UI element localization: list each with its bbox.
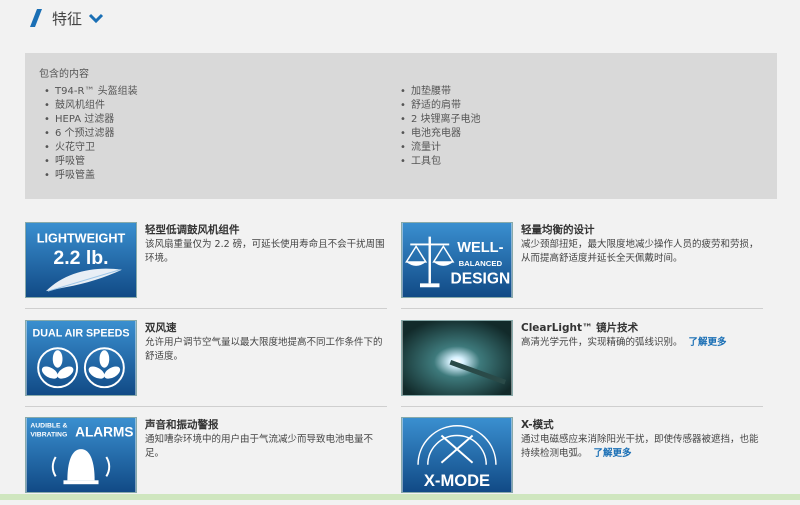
feather-icon: LIGHTWEIGHT 2.2 lb. (25, 222, 137, 298)
feature-title: 轻型低调鼓风机组件 (145, 224, 240, 236)
divider (25, 406, 387, 407)
list-item: 鼓风机组件 (41, 99, 138, 113)
divider (401, 308, 763, 309)
list-item: HEPA 过滤器 (41, 113, 138, 127)
feature-title: 双风速 (145, 322, 177, 334)
feature-title: X-模式 (521, 419, 554, 431)
learn-more-link[interactable]: 了解更多 (594, 448, 632, 459)
divider (25, 308, 387, 309)
icon-text: X-MODE (424, 471, 490, 490)
chevron-down-icon[interactable] (88, 13, 104, 23)
slash-icon (30, 9, 42, 27)
scale-icon: WELL- BALANCED DESIGN (401, 222, 513, 298)
feature-description: 高清光学元件，实现精确的弧线识别。 了解更多 (521, 337, 727, 348)
list-item: 呼吸管 (41, 155, 138, 169)
welding-arc-photo (401, 320, 513, 396)
feature-description: 通知嘈杂环境中的用户由于气流减少而导致电池电量不足。 (145, 434, 374, 459)
icon-text: BALANCED (459, 259, 503, 268)
feature-title: ClearLight™ 镜片技术 (521, 322, 639, 334)
feature-title: 声音和振动警报 (145, 419, 219, 431)
icon-text: 2.2 lb. (53, 247, 108, 269)
feature-description: 通过电磁感应来消除阳光干扰，即使传感器被遮挡，也能持续检测电弧。 了解更多 (521, 434, 759, 459)
list-item: 舒适的肩带 (397, 99, 481, 113)
list-item: 工具包 (397, 155, 481, 169)
feature-clearlight: ClearLight™ 镜片技术 高清光学元件，实现精确的弧线识别。 了解更多 (401, 320, 763, 408)
feature-title: 轻量均衡的设计 (521, 224, 595, 236)
list-item: T94-R™ 头盔组装 (41, 85, 138, 99)
list-item: 电池充电器 (397, 127, 481, 141)
included-list-left: T94-R™ 头盔组装 鼓风机组件 HEPA 过滤器 6 个预过滤器 火花守卫 … (41, 85, 138, 183)
icon-text: LIGHTWEIGHT (37, 231, 126, 245)
list-item: 2 块锂离子电池 (397, 113, 481, 127)
included-contents-label: 包含的内容 (39, 69, 89, 80)
list-item: 火花守卫 (41, 141, 138, 155)
feature-x-mode: X-MODE X-模式 通过电磁感应来消除阳光干扰，即使传感器被遮挡，也能持续检… (401, 417, 763, 505)
section-header[interactable]: 特征 (30, 6, 104, 30)
icon-text: ALARMS (75, 425, 133, 440)
feature-description: 该风扇重量仅为 2.2 磅，可延长使用寿命且不会干扰周围环境。 (145, 239, 385, 264)
included-list-right: 加垫腰带 舒适的肩带 2 块锂离子电池 电池充电器 流量计 工具包 (397, 85, 481, 169)
bottom-strip (0, 494, 800, 500)
list-item: 呼吸管盖 (41, 169, 138, 183)
feature-lightweight: LIGHTWEIGHT 2.2 lb. 轻型低调鼓风机组件 该风扇重量仅为 2.… (25, 222, 387, 310)
list-item: 加垫腰带 (397, 85, 481, 99)
divider (401, 406, 763, 407)
feature-alarms: AUDIBLE & VIBRATING ALARMS 声音和振动警报 通知嘈杂环… (25, 417, 387, 505)
learn-more-link[interactable]: 了解更多 (689, 337, 727, 348)
list-item: 流量计 (397, 141, 481, 155)
feature-description: 允许用户调节空气量以最大限度地提高不同工作条件下的舒适度。 (145, 337, 383, 362)
icon-text: WELL- (457, 240, 503, 256)
icon-text: DESIGN (451, 270, 511, 287)
fan-icon: DUAL AIR SPEEDS (25, 320, 137, 396)
list-item: 6 个预过滤器 (41, 127, 138, 141)
icon-text: AUDIBLE & (30, 423, 67, 430)
feature-dual-air-speeds: DUAL AIR SPEEDS 双风速 允许用户调节空气量以最大限度地提高不同工… (25, 320, 387, 408)
feature-well-balanced: WELL- BALANCED DESIGN 轻量均衡的设计 减少颈部扭矩，最大限… (401, 222, 763, 310)
icon-text: DUAL AIR SPEEDS (33, 328, 130, 340)
icon-text: VIBRATING (30, 432, 67, 439)
feature-description: 减少颈部扭矩，最大限度地减少操作人员的疲劳和劳损，从而提高舒适度并延长全天佩戴时… (521, 239, 759, 264)
included-contents-panel: 包含的内容 T94-R™ 头盔组装 鼓风机组件 HEPA 过滤器 6 个预过滤器… (25, 53, 777, 199)
xmode-icon: X-MODE (401, 417, 513, 493)
bell-icon: AUDIBLE & VIBRATING ALARMS (25, 417, 137, 493)
section-title: 特征 (52, 9, 83, 28)
